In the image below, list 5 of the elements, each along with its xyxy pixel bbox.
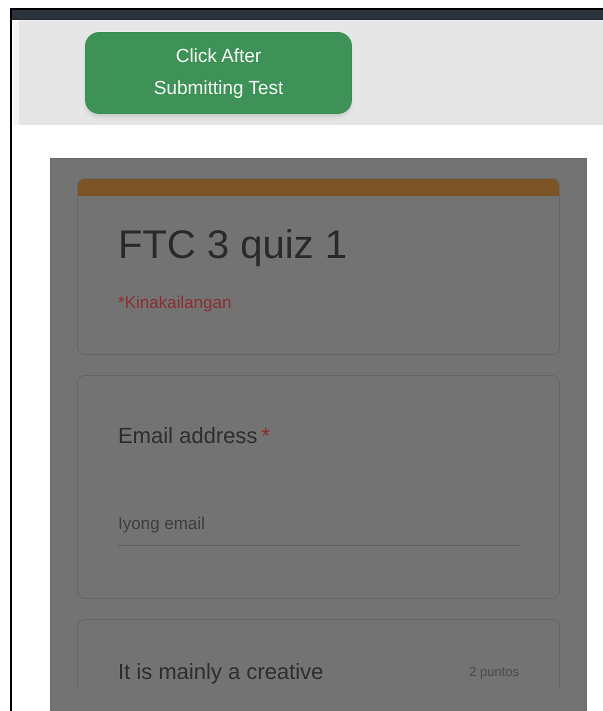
- form-title: FTC 3 quiz 1: [118, 222, 348, 269]
- required-note: *Kinakailangan: [118, 292, 232, 314]
- submit-test-button[interactable]: Click After Submitting Test: [85, 32, 352, 114]
- question-title: It is mainly a creative: [118, 658, 324, 685]
- question-title: Email address *: [118, 422, 270, 449]
